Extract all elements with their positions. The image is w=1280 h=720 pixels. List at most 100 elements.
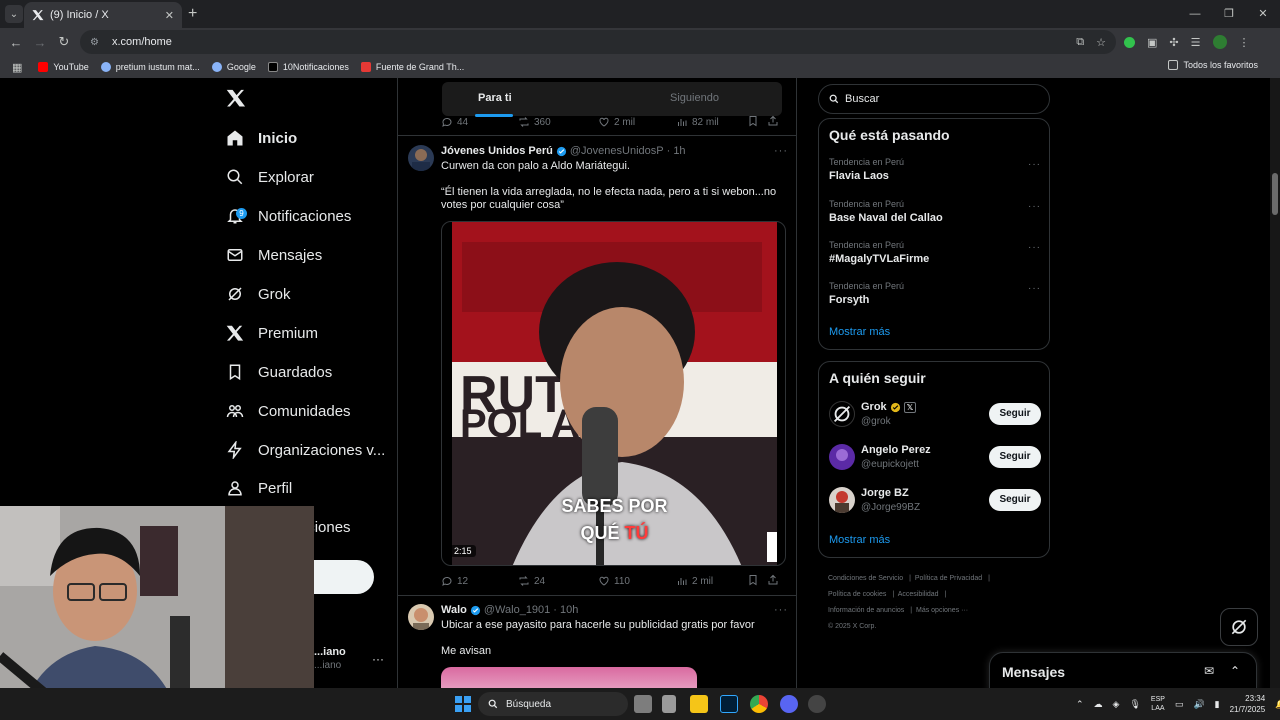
post-author-name[interactable]: Walo xyxy=(441,604,467,616)
apps-grid-icon[interactable]: ▦ xyxy=(12,61,22,74)
views-button[interactable]: 2 mil xyxy=(676,574,713,588)
nav-item-home[interactable]: Inicio xyxy=(226,123,297,153)
language-indicator[interactable]: ESP LAA xyxy=(1151,695,1165,713)
app-icon[interactable] xyxy=(662,695,676,713)
account-more-icon[interactable]: ··· xyxy=(372,652,384,666)
bookmark-google[interactable]: Google xyxy=(211,62,256,72)
volume-icon[interactable]: 🔊 xyxy=(1193,699,1204,710)
tray-chevron-icon[interactable]: ⌃ xyxy=(1076,699,1084,710)
address-bar[interactable]: ⚙ x.com/home ⧉ ☆ xyxy=(80,30,1116,54)
follow-button[interactable]: Seguir xyxy=(989,403,1041,425)
video-player[interactable]: RUT D POL A SABES POR QUÉ TÚ 2:15 xyxy=(441,221,786,566)
avatar[interactable] xyxy=(829,487,855,513)
close-window-button[interactable]: ✕ xyxy=(1246,0,1280,28)
tab-search-button[interactable]: ⌄ xyxy=(5,5,23,23)
bookmark-grand-theft[interactable]: Fuente de Grand Th... xyxy=(360,62,464,72)
extension-icon[interactable]: ▣ xyxy=(1147,36,1157,49)
follow-button[interactable]: Seguir xyxy=(989,446,1041,468)
page-scrollbar[interactable] xyxy=(1270,78,1280,688)
clock[interactable]: 23:34 21/7/2025 xyxy=(1230,693,1266,715)
file-explorer-icon[interactable] xyxy=(690,695,708,713)
repost-button[interactable]: 24 xyxy=(518,574,598,588)
nav-item-profile[interactable]: Perfil xyxy=(226,473,292,503)
bookmark-youtube[interactable]: YouTube xyxy=(38,62,89,72)
tab-following[interactable]: Siguiendo xyxy=(670,92,719,104)
trend-more-icon[interactable]: ··· xyxy=(1028,242,1041,253)
search-input[interactable]: Buscar xyxy=(818,84,1050,114)
post-author-handle[interactable]: @Walo_1901 xyxy=(484,604,550,616)
nav-item-premium[interactable]: Premium xyxy=(226,318,318,348)
grok-avatar[interactable] xyxy=(829,401,855,427)
follow-button[interactable]: Seguir xyxy=(989,489,1041,511)
new-tab-button[interactable]: + xyxy=(188,5,197,23)
browser-tab[interactable]: (9) Inicio / X ✕ xyxy=(24,2,182,28)
trend-more-icon[interactable]: ··· xyxy=(1028,201,1041,212)
post-time[interactable]: · 1h xyxy=(667,145,686,157)
battery-icon[interactable]: ▮ xyxy=(1215,699,1220,710)
messages-drawer[interactable]: Mensajes ✉ ⌃ xyxy=(989,652,1257,688)
like-button[interactable]: 2 mil xyxy=(598,115,676,129)
site-info-icon[interactable]: ⚙ xyxy=(90,37,104,48)
post-more-icon[interactable]: ··· xyxy=(774,604,788,616)
nav-item-organizations[interactable]: Organizaciones v... xyxy=(226,435,385,465)
nav-item-explore[interactable]: Explorar xyxy=(226,162,314,192)
bookmark-star-icon[interactable]: ☆ xyxy=(1096,36,1106,49)
extensions-puzzle-icon[interactable]: ✣ xyxy=(1169,36,1178,49)
nav-item-messages[interactable]: Mensajes xyxy=(226,240,322,270)
bookmark-notificaciones[interactable]: 10Notificaciones xyxy=(267,62,349,72)
nav-item-notifications[interactable]: 9 Notificaciones xyxy=(226,201,351,231)
repost-button[interactable]: 360 xyxy=(518,115,598,129)
reply-button[interactable]: 44 xyxy=(441,115,518,129)
trend-more-icon[interactable]: ··· xyxy=(1028,159,1041,170)
post-author-name[interactable]: Jóvenes Unidos Perú xyxy=(441,145,553,157)
views-button[interactable]: 82 mil xyxy=(676,115,719,129)
onedrive-icon[interactable]: ☁ xyxy=(1094,699,1103,710)
back-button[interactable]: ← xyxy=(4,35,28,50)
avatar[interactable] xyxy=(829,444,855,470)
extension-green-icon[interactable] xyxy=(1124,36,1135,48)
share-button[interactable] xyxy=(767,115,783,127)
bookmark-button[interactable] xyxy=(747,574,763,586)
profile-avatar[interactable] xyxy=(1212,35,1227,49)
app-icon[interactable] xyxy=(808,695,826,713)
reply-button[interactable]: 12 xyxy=(441,574,518,588)
expand-chevron-icon[interactable]: ⌃ xyxy=(1230,664,1240,678)
follow-show-more-link[interactable]: Mostrar más xyxy=(829,534,890,546)
post-time[interactable]: · 10h xyxy=(553,604,578,616)
network-icon[interactable]: ▭ xyxy=(1175,699,1184,710)
discord-icon[interactable] xyxy=(780,695,798,713)
minimize-button[interactable]: — xyxy=(1178,0,1212,28)
x-logo-icon[interactable] xyxy=(226,88,246,108)
avatar[interactable] xyxy=(408,604,434,630)
all-bookmarks[interactable]: Todos los favoritos xyxy=(1168,60,1258,70)
reload-button[interactable]: ↻ xyxy=(52,34,76,50)
forward-button[interactable]: → xyxy=(28,35,52,50)
windows-start-icon[interactable] xyxy=(455,696,471,712)
taskbar-search[interactable]: Búsqueda xyxy=(478,692,628,716)
security-icon[interactable]: ◈ xyxy=(1113,699,1120,710)
nav-item-bookmarks[interactable]: Guardados xyxy=(226,357,332,387)
avatar[interactable] xyxy=(408,145,434,171)
tab-close-icon[interactable]: ✕ xyxy=(165,9,174,22)
trend-item[interactable]: Tendencia en Perú Flavia Laos ··· xyxy=(829,157,1041,182)
maximize-button[interactable]: ❐ xyxy=(1212,0,1246,28)
like-button[interactable]: 110 xyxy=(598,574,676,588)
tab-for-you[interactable]: Para ti xyxy=(478,92,512,104)
post-author-handle[interactable]: @JovenesUnidosP xyxy=(570,145,664,157)
trend-item[interactable]: Tendencia en Perú #MagalyTVLaFirme ··· xyxy=(829,240,1041,265)
install-app-icon[interactable]: ⧉ xyxy=(1076,36,1084,49)
chrome-icon[interactable] xyxy=(750,695,768,713)
task-view-icon[interactable] xyxy=(634,695,652,713)
browser-menu-icon[interactable]: ⋮ xyxy=(1239,36,1250,49)
post-image[interactable] xyxy=(441,667,697,688)
bookmark-pretium[interactable]: pretium iustum mat... xyxy=(100,62,200,72)
microphone-icon[interactable]: 🎙 xyxy=(1129,699,1140,710)
photoshop-icon[interactable] xyxy=(720,695,738,713)
post-more-icon[interactable]: ··· xyxy=(774,145,788,157)
new-message-icon[interactable]: ✉ xyxy=(1204,664,1214,678)
nav-item-communities[interactable]: Comunidades xyxy=(226,396,351,426)
trend-more-icon[interactable]: ··· xyxy=(1028,283,1041,294)
nav-item-grok[interactable]: Grok xyxy=(226,279,291,309)
trend-item[interactable]: Tendencia en Perú Base Naval del Callao … xyxy=(829,199,1041,224)
notifications-bell-icon[interactable]: 🔔 xyxy=(1275,699,1280,710)
